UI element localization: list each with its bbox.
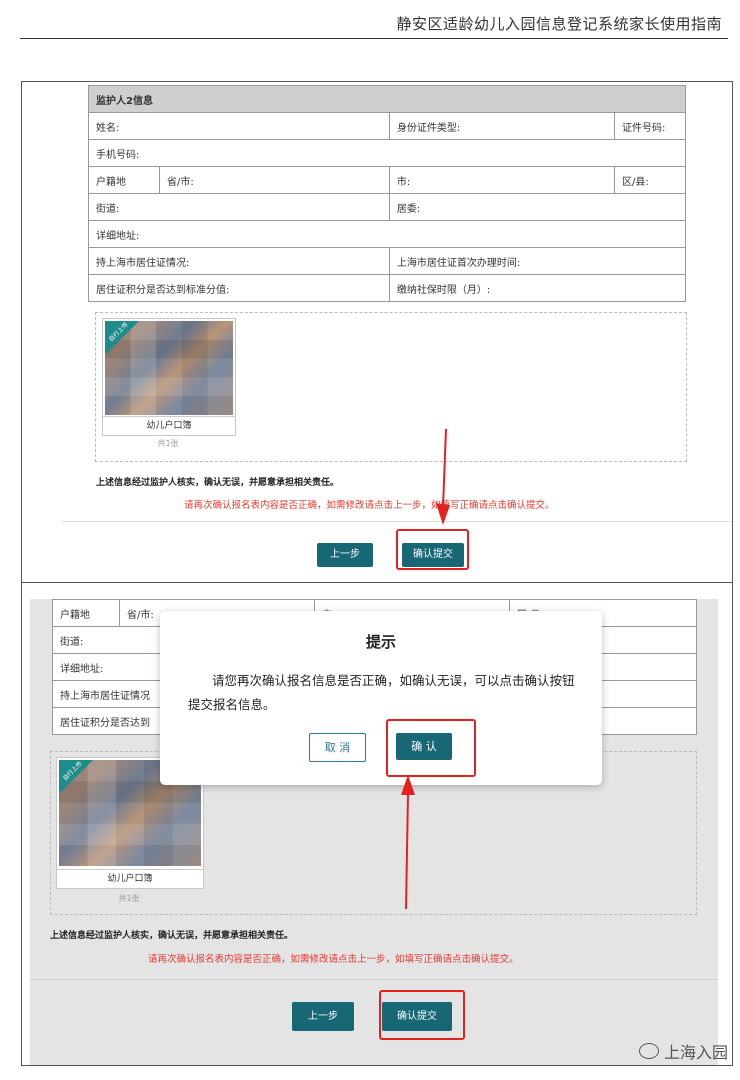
name-field: 姓名: [88, 112, 390, 140]
prev-step-button[interactable]: 上一步 [292, 1002, 354, 1031]
document-title: 静安区适龄幼儿入园信息登记系统家长使用指南 [396, 15, 722, 33]
prev-step-button[interactable]: 上一步 [317, 543, 373, 567]
highlight-box-dialog [386, 719, 476, 777]
dialog-message: 请您再次确认报名信息是否正确，如确认无误，可以点击确认按钮提交报名信息。 [188, 673, 575, 712]
confirm-statement: 上述信息经过监护人核实，确认无误，并愿意承担相关责任。 [50, 931, 294, 941]
watermark-text: 上海入园 [663, 1043, 728, 1062]
highlight-box [396, 529, 469, 570]
id-type-field: 身份证件类型: [388, 112, 615, 140]
arrow-up-icon [401, 775, 415, 910]
screenshot-panel-2: 户籍地 省/市: 市: 区/县: 街道: 详细地址: 持上海市居住证情况 居住证… [21, 582, 733, 1066]
photo-caption: 幼儿户口簿 [57, 869, 203, 888]
address-field: 详细地址: [88, 220, 686, 248]
street-field: 街道: [88, 193, 390, 221]
warning-text: 请再次确认报名表内容是否正确，如需修改请点击上一步，如填写正确请点击确认提交。 [184, 500, 555, 511]
permit-first-date-field: 上海市居住证首次办理时间: [388, 247, 687, 275]
divider [62, 521, 732, 522]
household-label: 户籍地 [88, 166, 160, 194]
dimmed-page: 户籍地 省/市: 市: 区/县: 街道: 详细地址: 持上海市居住证情况 居住证… [30, 599, 718, 1065]
social-security-field: 缴纳社保时限（月）: [388, 274, 687, 302]
dialog-cancel-button[interactable]: 取 消 [309, 733, 366, 762]
photo-caption: 幼儿户口簿 [103, 416, 235, 435]
divider [30, 979, 718, 980]
section-title: 监护人2信息 [88, 85, 686, 113]
photo-count: 共1张 [118, 894, 140, 903]
points-standard-field: 居住证积分是否达到标准分值: [88, 274, 390, 302]
wechat-watermark: 上海入园 [638, 1039, 728, 1063]
phone-field: 手机号码: [88, 139, 686, 167]
warning-text: 请再次确认报名表内容是否正确，如需修改请点击上一步，如填写正确请点击确认提交。 [148, 954, 519, 965]
document-header: 静安区适龄幼儿入园信息登记系统家长使用指南 [20, 0, 728, 39]
photo-count: 共1张 [157, 439, 179, 448]
wechat-icon [638, 1043, 659, 1059]
highlight-box [379, 990, 465, 1040]
confirm-statement: 上述信息经过监护人核实，确认无误，并愿意承担相关责任。 [96, 478, 340, 488]
city-field: 市: [388, 166, 615, 194]
guardian2-info-table: 监护人2信息 姓名: 身份证件类型: 证件号码: 手机号码: 户籍地 省/市: … [88, 85, 687, 302]
confirm-dialog: 提示 请您再次确认报名信息是否正确，如确认无误，可以点击确认按钮提交报名信息。 … [160, 611, 602, 785]
arrow-down-icon [436, 428, 450, 525]
screenshot-panel-1: 监护人2信息 姓名: 身份证件类型: 证件号码: 手机号码: 户籍地 省/市: … [21, 81, 733, 583]
residence-permit-field: 持上海市居住证情况: [88, 247, 390, 275]
id-number-field: 证件号码: [613, 112, 687, 140]
photo-thumbnail[interactable]: 自行上传 幼儿户口簿 [102, 318, 236, 436]
province-field: 省/市: [159, 166, 390, 194]
household-label: 户籍地 [52, 599, 120, 627]
dialog-title: 提示 [365, 633, 396, 651]
committee-field: 居委: [388, 193, 687, 221]
district-field: 区/县: [613, 166, 687, 194]
